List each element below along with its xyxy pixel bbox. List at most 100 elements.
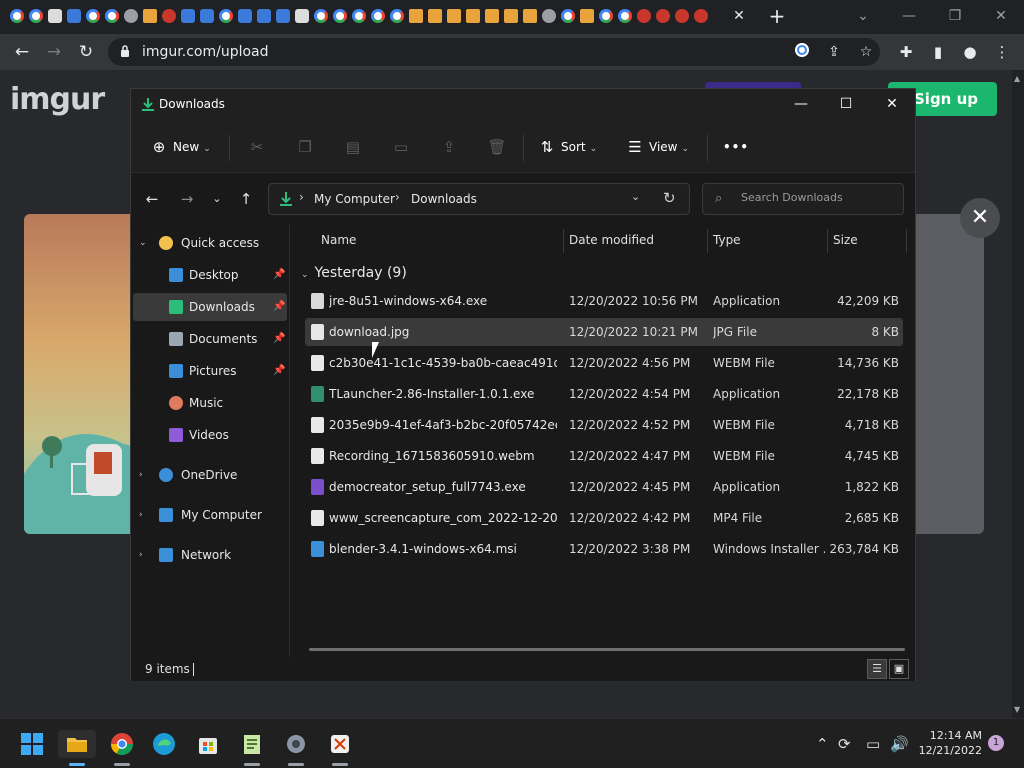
tab-favicon-icon[interactable] — [143, 9, 157, 23]
sidebar-item-quick-access[interactable]: ⌄ Quick access — [133, 229, 287, 257]
file-row[interactable]: 2035e9b9-41ef-4af3-b2bc-20f05742ee30....… — [305, 411, 903, 439]
tab-favicon-icon[interactable] — [390, 9, 404, 23]
tab-favicon-icon[interactable] — [371, 9, 385, 23]
file-row[interactable]: jre-8u51-windows-x64.exe 12/20/2022 10:56… — [305, 287, 903, 315]
lock-icon[interactable] — [120, 44, 130, 58]
breadcrumb[interactable]: › My Computer › Downloads ⌄ ↻ — [268, 183, 690, 215]
file-row[interactable]: www_screencapture_com_2022-12-20_16.... 1… — [305, 504, 903, 532]
column-type[interactable]: Type — [713, 233, 741, 247]
google-lens-icon[interactable] — [792, 42, 812, 62]
sidebar-item-my-computer[interactable]: › My Computer — [133, 501, 287, 529]
tab-favicon-icon[interactable] — [181, 9, 195, 23]
rename-icon[interactable]: ▭ — [390, 135, 412, 159]
tab-favicon-icon[interactable] — [29, 9, 43, 23]
tab-favicon-icon[interactable] — [86, 9, 100, 23]
new-button[interactable]: ⊕ New ⌄ — [151, 135, 211, 159]
tab-favicon-icon[interactable] — [257, 9, 271, 23]
sidebar-item-pictures[interactable]: Pictures 📌 — [133, 357, 287, 385]
tab-favicon-icon[interactable] — [637, 9, 651, 23]
tab-favicon-icon[interactable] — [504, 9, 518, 23]
side-panel-icon[interactable]: ▮ — [928, 42, 948, 62]
tab-favicon-icon[interactable] — [694, 9, 708, 23]
column-divider[interactable] — [906, 229, 907, 253]
chevron-right-icon[interactable]: › — [139, 541, 143, 569]
tab-favicon-icon[interactable] — [466, 9, 480, 23]
scroll-down-icon[interactable]: ▼ — [1014, 705, 1020, 714]
file-row[interactable]: democreator_setup_full7743.exe 12/20/2022… — [305, 473, 903, 501]
sidebar-item-downloads[interactable]: Downloads 📌 — [133, 293, 287, 321]
address-bar[interactable]: imgur.com/upload ⇪ ☆ — [108, 38, 880, 66]
tab-favicon-icon[interactable] — [656, 9, 670, 23]
tab-favicon-icon[interactable] — [219, 9, 233, 23]
tab-search-button[interactable]: ⌄ — [848, 4, 878, 28]
column-name[interactable]: Name — [321, 233, 356, 247]
tab-favicon-icon[interactable] — [561, 9, 575, 23]
file-row[interactable]: blender-3.4.1-windows-x64.msi 12/20/2022 … — [305, 535, 903, 563]
tab-favicon-icon[interactable] — [67, 9, 81, 23]
store-taskbar-icon[interactable] — [194, 730, 222, 758]
tab-favicon-icon[interactable] — [580, 9, 594, 23]
page-scrollbar[interactable]: ▲ ▼ — [1012, 70, 1024, 718]
reload-button[interactable]: ↻ — [74, 40, 98, 64]
tab-favicon-icon[interactable] — [447, 9, 461, 23]
sync-icon[interactable]: ⟳ — [838, 735, 851, 753]
back-icon[interactable]: ← — [141, 187, 163, 211]
chevron-down-icon[interactable]: ⌄ — [139, 229, 147, 257]
tab-favicon-icon[interactable] — [428, 9, 442, 23]
chrome-taskbar-icon[interactable] — [108, 730, 136, 758]
tab-favicon-icon[interactable] — [352, 9, 366, 23]
profile-icon[interactable]: ● — [960, 42, 980, 62]
tab-favicon-icon[interactable] — [10, 9, 24, 23]
tab-favicon-icon[interactable] — [333, 9, 347, 23]
chevron-right-icon[interactable]: › — [139, 501, 143, 529]
chevron-right-icon[interactable]: › — [299, 190, 304, 204]
details-view-button[interactable]: ☰ — [867, 659, 887, 679]
tab-favicon-icon[interactable] — [48, 9, 62, 23]
chevron-down-icon[interactable]: ⌄ — [301, 270, 309, 280]
file-row[interactable]: Recording_1671583605910.webm 12/20/2022 4… — [305, 442, 903, 470]
sidebar-item-desktop[interactable]: Desktop 📌 — [133, 261, 287, 289]
tab-favicon-icon[interactable] — [409, 9, 423, 23]
horizontal-scrollbar[interactable] — [309, 648, 905, 651]
sidebar-item-documents[interactable]: Documents 📌 — [133, 325, 287, 353]
column-divider[interactable] — [827, 229, 828, 253]
settings-taskbar-icon[interactable] — [282, 730, 310, 758]
column-size[interactable]: Size — [833, 233, 858, 247]
tab-favicon-icon[interactable] — [542, 9, 556, 23]
group-header[interactable]: ⌄ Yesterday (9) — [301, 265, 407, 281]
tab-favicon-icon[interactable] — [599, 9, 613, 23]
browser-close-button[interactable]: ✕ — [986, 4, 1016, 28]
browser-minimize-button[interactable]: — — [894, 4, 924, 28]
notification-badge[interactable]: 1 — [988, 735, 1004, 751]
delete-icon[interactable]: 🗑 — [486, 135, 508, 159]
copy-icon[interactable]: ❐ — [294, 135, 316, 159]
scroll-up-icon[interactable]: ▲ — [1014, 74, 1020, 83]
tab-favicon-icon[interactable] — [238, 9, 252, 23]
tiles-view-button[interactable]: ▣ — [889, 659, 909, 679]
column-divider[interactable] — [563, 229, 564, 253]
explorer-minimize-button[interactable]: — — [786, 93, 816, 115]
edge-taskbar-icon[interactable] — [150, 730, 178, 758]
sidebar-item-onedrive[interactable]: › OneDrive — [133, 461, 287, 489]
tab-favicon-icon[interactable] — [200, 9, 214, 23]
browser-maximize-button[interactable]: ❐ — [940, 4, 970, 28]
tab-favicon-icon[interactable] — [618, 9, 632, 23]
file-explorer-taskbar-icon[interactable] — [58, 730, 96, 758]
column-date-modified[interactable]: Date modified — [569, 233, 654, 247]
new-tab-button[interactable]: + — [768, 6, 786, 26]
file-row[interactable]: download.jpg 12/20/2022 10:21 PM JPG File 8… — [305, 318, 903, 346]
share-icon[interactable]: ⇪ — [438, 135, 460, 159]
up-icon[interactable]: ↑ — [235, 187, 257, 211]
more-options-button[interactable]: ••• — [723, 135, 749, 159]
start-button[interactable] — [18, 730, 46, 758]
paste-icon[interactable]: ▤ — [342, 135, 364, 159]
clock[interactable]: 12:14 AM 12/21/2022 — [916, 728, 982, 758]
forward-icon[interactable]: → — [176, 187, 198, 211]
file-row[interactable]: c2b30e41-1c1c-4539-ba0b-caeac491da36....… — [305, 349, 903, 377]
search-box[interactable]: ⌕ — [702, 183, 904, 215]
back-button[interactable]: ← — [10, 40, 34, 64]
bookmark-star-icon[interactable]: ☆ — [856, 42, 876, 62]
sidebar-item-videos[interactable]: Videos — [133, 421, 287, 449]
sidebar-item-music[interactable]: Music — [133, 389, 287, 417]
share-icon[interactable]: ⇪ — [824, 42, 844, 62]
